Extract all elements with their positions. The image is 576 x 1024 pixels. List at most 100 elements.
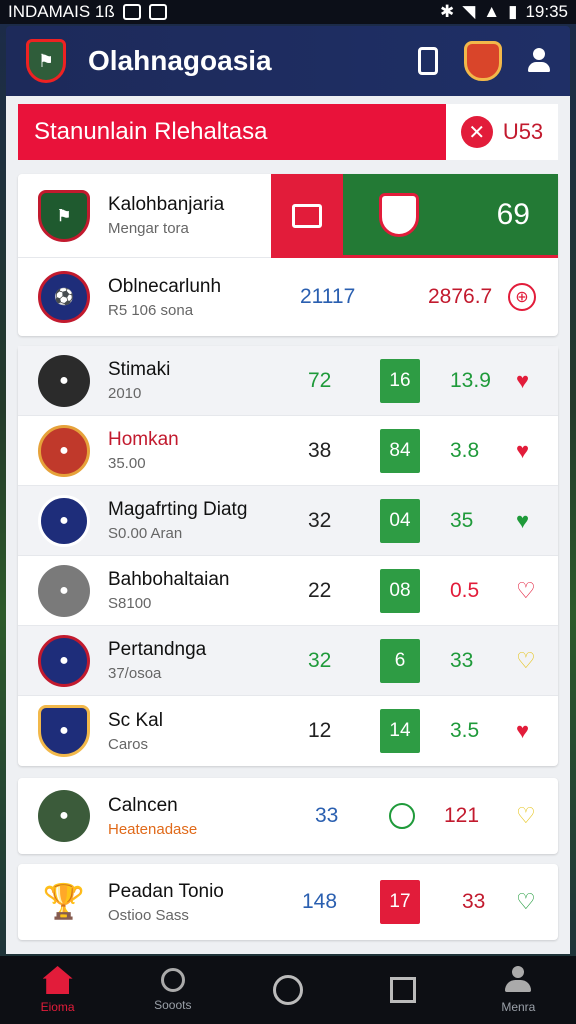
tag-icon: [292, 204, 322, 228]
club-logo-icon: ⚑: [26, 39, 66, 83]
status-left-text: INDAMAIS 1ß: [8, 2, 115, 21]
stat-b: 6: [380, 638, 420, 683]
minus-icon[interactable]: [389, 803, 415, 829]
circle-icon: [272, 975, 303, 1005]
player-sub: 35.00: [108, 455, 146, 472]
banner[interactable]: Stanunlain Rlehaltasa ✕ U53: [18, 104, 558, 160]
square-icon: [390, 977, 417, 1003]
player-avatar: ●: [38, 564, 90, 617]
player-sub: S8100: [108, 595, 152, 612]
nav-home[interactable]: Eioma: [8, 966, 108, 1014]
league-name: Oblnecarlunh: [108, 275, 222, 297]
heart-icon[interactable]: ♥: [516, 438, 529, 464]
list-card-2: 🏆 Peadan Tonio Ostioo Sass 148 17 33 ♡: [18, 864, 558, 940]
player-sub: 37/osoa: [108, 665, 162, 682]
table-row[interactable]: ● Homkan 35.00 38 84 3.8 ♥: [18, 416, 558, 486]
nav-label: Eioma: [40, 1000, 75, 1014]
header-card: ⚑ Kalohbanjaria Mengar tora 69 ⚽ Oblneca…: [18, 174, 558, 336]
profile-icon[interactable]: [528, 48, 550, 74]
heart-outline-icon[interactable]: ♡: [516, 803, 536, 829]
add-icon[interactable]: ⊕: [508, 283, 536, 311]
table-row[interactable]: ● Pertandnga 37/osoa 32 6 33 ♡: [18, 626, 558, 696]
player-name: Homkan: [108, 429, 179, 450]
wifi-icon: ◥: [462, 2, 476, 21]
banner-title: Stanunlain Rlehaltasa: [34, 118, 268, 145]
score-panel: 69: [343, 174, 558, 258]
list-item[interactable]: 🏆 Peadan Tonio Ostioo Sass 148 17 33 ♡: [18, 864, 558, 940]
score-value: 69: [496, 197, 530, 231]
stat-c: 3.5: [450, 719, 480, 742]
heart-icon[interactable]: ♥: [516, 508, 529, 534]
nav-recents[interactable]: [353, 977, 453, 1003]
heart-outline-icon[interactable]: ♡: [516, 889, 536, 915]
stat-a: 22: [308, 578, 332, 602]
stat-b: 84: [380, 428, 420, 473]
list-item[interactable]: ● Calncen Heatenadase 33 121 ♡: [18, 778, 558, 854]
player-name: Peadan Tonio: [108, 880, 224, 902]
person-icon: [505, 966, 532, 994]
list-card-1: ● Calncen Heatenadase 33 121 ♡: [18, 778, 558, 854]
player-name: Calncen: [108, 794, 178, 816]
heart-icon[interactable]: ♥: [516, 718, 529, 744]
tag-button[interactable]: [271, 174, 343, 258]
player-list: ● Stimaki 2010 72 16 13.9 ♥ ● Homkan 35.00 38 84 3.8…: [18, 346, 558, 766]
stat-c: 13.9: [450, 368, 491, 392]
stat-a: 38: [308, 438, 332, 462]
stat-c: 35: [450, 508, 474, 532]
notification-icon: [122, 4, 141, 20]
value-b: 2876.7: [428, 285, 493, 308]
stat-a: 32: [308, 508, 332, 532]
table-row[interactable]: ● Stimaki 2010 72 16 13.9 ♥: [18, 346, 558, 416]
header-row-league[interactable]: ⚽ Oblnecarlunh R5 106 sona 21117 2876.7 …: [18, 258, 558, 336]
stat-c: 0.5: [450, 578, 480, 602]
app-bar: ⚑ Olahnagoasia: [6, 26, 570, 96]
camera-icon: [148, 4, 167, 20]
player-sub: Heatenadase: [108, 820, 198, 838]
search-icon: [160, 968, 185, 992]
player-name: Stimaki: [108, 359, 171, 380]
signal-icon: ▲: [483, 2, 501, 21]
league-sub: R5 106 sona: [108, 301, 194, 319]
player-photo-icon: ●: [38, 790, 90, 842]
trophy-icon: 🏆: [38, 876, 90, 928]
league-logo-icon: ⚽: [38, 271, 90, 323]
value-a: 21117: [300, 285, 356, 308]
stat-b: 08: [380, 568, 420, 613]
app-title: Olahnagoasia: [88, 45, 272, 76]
stat-a: 32: [308, 648, 332, 672]
stat-b: 04: [380, 498, 420, 543]
stat-c: 33: [462, 890, 486, 913]
team-sub: Mengar tora: [108, 220, 189, 237]
nav-home-button[interactable]: [238, 975, 338, 1005]
stat-a: 33: [315, 804, 339, 827]
device-icon[interactable]: [418, 47, 438, 75]
player-sub: 2010: [108, 385, 142, 402]
stat-b: 17: [380, 880, 420, 924]
player-name: Magafrting Diatg: [108, 499, 248, 520]
player-name: Sc Kal: [108, 709, 163, 731]
heart-outline-icon[interactable]: ♡: [516, 648, 536, 674]
battery-icon: ▮: [508, 2, 518, 21]
table-row[interactable]: ● Sc Kal Caros 12 14 3.5 ♥: [18, 696, 558, 766]
heart-outline-icon[interactable]: ♡: [516, 578, 536, 604]
stat-a: 72: [308, 368, 332, 392]
player-sub: Caros: [108, 735, 149, 753]
stat-c: 33: [450, 648, 474, 672]
table-row[interactable]: ● Bahbohaltaian S8100 22 08 0.5 ♡: [18, 556, 558, 626]
status-bar: INDAMAIS 1ß ✱ ◥ ▲ ▮ 19:35: [0, 0, 576, 24]
player-avatar: ●: [38, 705, 90, 757]
main-content: Stanunlain Rlehaltasa ✕ U53 ⚑ Kalohbanja…: [6, 96, 570, 954]
bottom-nav: Eioma Sooots Menra: [0, 956, 576, 1024]
heart-icon[interactable]: ♥: [516, 368, 529, 394]
team-name: Kalohbanjaria: [108, 194, 225, 215]
home-icon: [42, 966, 73, 994]
table-row[interactable]: ● Magafrting Diatg S0.00 Aran 32 04 35 ♥: [18, 486, 558, 556]
stat-c: 3.8: [450, 438, 480, 462]
player-name: Bahbohaltaian: [108, 569, 230, 590]
nav-profile[interactable]: Menra: [468, 966, 568, 1014]
header-row-team[interactable]: ⚑ Kalohbanjaria Mengar tora 69: [18, 174, 558, 258]
close-icon[interactable]: ✕: [460, 116, 493, 148]
nav-search[interactable]: Sooots: [123, 968, 223, 1012]
player-avatar: ●: [38, 424, 90, 477]
team-badge-icon[interactable]: [464, 41, 502, 81]
